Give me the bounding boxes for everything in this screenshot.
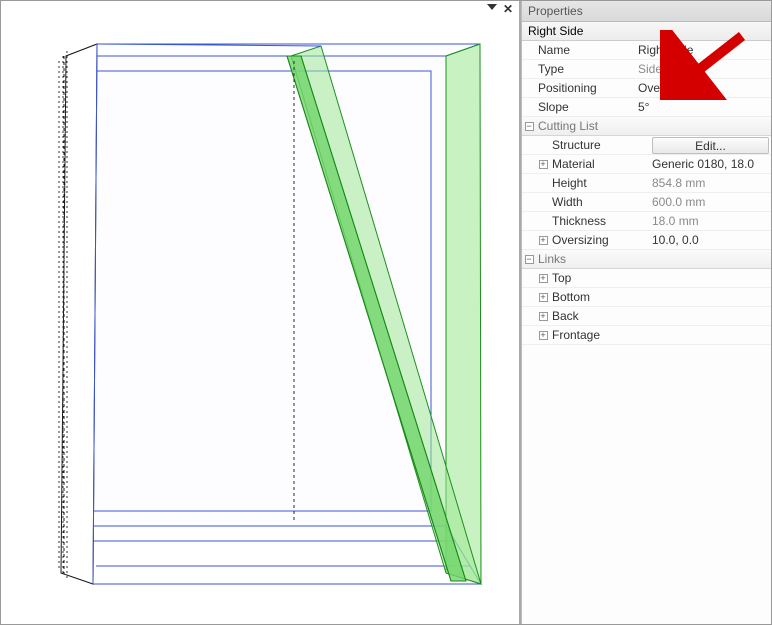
- cabinet-model[interactable]: [1, 1, 519, 624]
- prop-row-link-bottom[interactable]: + Bottom: [522, 288, 771, 307]
- label: Oversizing: [550, 233, 650, 247]
- viewport-menu-dropdown[interactable]: [487, 3, 497, 15]
- prop-row-link-back[interactable]: + Back: [522, 307, 771, 326]
- label: Bottom: [550, 290, 650, 304]
- group-label: Cutting List: [536, 119, 636, 133]
- prop-row-slope[interactable]: Slope 5°: [522, 98, 771, 117]
- label: Thickness: [550, 214, 650, 228]
- collapse-icon[interactable]: −: [525, 122, 534, 131]
- expand-icon[interactable]: +: [539, 236, 548, 245]
- viewport-close-icon[interactable]: ✕: [501, 3, 515, 15]
- group-cutting-list[interactable]: − Cutting List: [522, 117, 771, 136]
- label: Name: [536, 43, 636, 57]
- expand-icon[interactable]: +: [539, 160, 548, 169]
- value[interactable]: Right Side: [636, 43, 771, 57]
- prop-row-positioning[interactable]: Positioning Overall: [522, 79, 771, 98]
- prop-row-structure[interactable]: Structure Edit...: [522, 136, 771, 155]
- group-label: Links: [536, 252, 636, 266]
- properties-title: Properties: [522, 1, 771, 22]
- viewport-3d[interactable]: ✕: [1, 1, 521, 624]
- label: Back: [550, 309, 650, 323]
- label: Structure: [550, 138, 650, 152]
- value: 854.8 mm: [650, 176, 771, 190]
- expand-icon[interactable]: +: [539, 293, 548, 302]
- properties-panel: Properties Right Side Name Right Side Ty…: [521, 1, 771, 624]
- prop-row-link-top[interactable]: + Top: [522, 269, 771, 288]
- value: Side: [636, 62, 771, 76]
- collapse-icon[interactable]: −: [525, 255, 534, 264]
- label: Height: [550, 176, 650, 190]
- label: Frontage: [550, 328, 650, 342]
- prop-row-width[interactable]: Width 600.0 mm: [522, 193, 771, 212]
- edit-structure-button[interactable]: Edit...: [652, 137, 769, 154]
- prop-row-oversizing[interactable]: + Oversizing 10.0, 0.0: [522, 231, 771, 250]
- value[interactable]: Overall: [636, 81, 771, 95]
- prop-row-height[interactable]: Height 854.8 mm: [522, 174, 771, 193]
- label: Width: [550, 195, 650, 209]
- prop-row-thickness[interactable]: Thickness 18.0 mm: [522, 212, 771, 231]
- prop-row-type[interactable]: Type Side: [522, 60, 771, 79]
- prop-row-material[interactable]: + Material Generic 0180, 18.0: [522, 155, 771, 174]
- group-links[interactable]: − Links: [522, 250, 771, 269]
- expand-icon[interactable]: +: [539, 312, 548, 321]
- expand-icon[interactable]: +: [539, 274, 548, 283]
- value[interactable]: 10.0, 0.0: [650, 233, 771, 247]
- prop-row-name[interactable]: Name Right Side: [522, 41, 771, 60]
- expand-icon[interactable]: +: [539, 331, 548, 340]
- selection-name[interactable]: Right Side: [522, 22, 771, 41]
- value[interactable]: 5°: [636, 100, 771, 114]
- label: Top: [550, 271, 650, 285]
- label: Slope: [536, 100, 636, 114]
- value: 18.0 mm: [650, 214, 771, 228]
- label: Material: [550, 157, 650, 171]
- label: Type: [536, 62, 636, 76]
- value[interactable]: Generic 0180, 18.0: [650, 157, 771, 171]
- value: 600.0 mm: [650, 195, 771, 209]
- label: Positioning: [536, 81, 636, 95]
- prop-row-link-frontage[interactable]: + Frontage: [522, 326, 771, 345]
